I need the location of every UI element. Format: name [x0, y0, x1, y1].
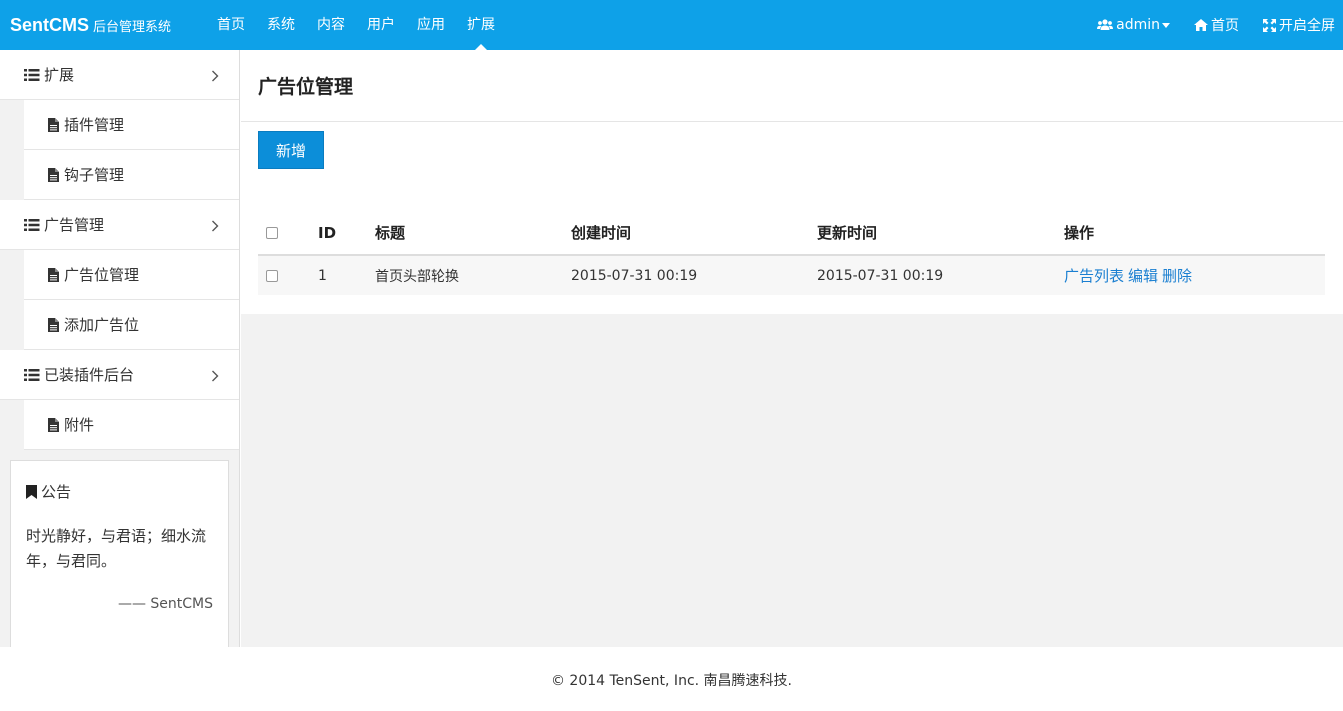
delete-link[interactable]: 删除: [1162, 267, 1192, 285]
column-header-updated[interactable]: 更新时间: [817, 211, 1064, 256]
cell-id: 1: [318, 255, 375, 295]
home-link[interactable]: 首页: [1194, 15, 1239, 35]
file-icon: [48, 417, 59, 432]
file-icon: [48, 117, 59, 132]
column-header-actions: 操作: [1064, 211, 1325, 256]
edit-link[interactable]: 编辑: [1128, 267, 1158, 285]
cell-title: 首页头部轮换: [375, 255, 571, 295]
fullscreen-label: 开启全屏: [1279, 18, 1335, 34]
sidebar-item-attachments[interactable]: 附件: [24, 400, 239, 450]
chevron-right-icon: [211, 68, 219, 86]
sidebar-item-ad-positions[interactable]: 广告位管理: [24, 250, 239, 300]
ad-position-table: ID 标题 创建时间 更新时间 操作 1 首页头部轮换 2015-07-31 0…: [258, 211, 1325, 295]
brand[interactable]: SentCMS 后台管理系统: [10, 0, 171, 50]
top-navbar: SentCMS 后台管理系统 首页 系统 内容 用户 应用 扩展 admin 首页…: [0, 0, 1343, 50]
list-icon: [24, 68, 40, 81]
notice-title: 公告: [26, 481, 213, 502]
row-select-cell: [258, 255, 318, 295]
notice-panel: 公告 时光静好，与君语；细水流年，与君同。 —— SentCMS: [10, 460, 229, 650]
nav-item-system[interactable]: 系统: [256, 0, 306, 50]
select-all-checkbox[interactable]: [266, 227, 278, 239]
file-icon: [48, 167, 59, 182]
page-header: 广告位管理: [241, 50, 1343, 122]
main-content: 广告位管理 新增 ID 标题 创建时间 更新时间 操作 1 首页头部轮换 201…: [241, 50, 1343, 647]
main-nav: 首页 系统 内容 用户 应用 扩展: [206, 0, 506, 50]
nav-item-content[interactable]: 内容: [306, 0, 356, 50]
table-header-row: ID 标题 创建时间 更新时间 操作: [258, 211, 1325, 256]
nav-right: admin 首页 开启全屏: [1073, 0, 1335, 50]
chevron-right-icon: [211, 218, 219, 236]
user-menu[interactable]: admin: [1097, 17, 1170, 33]
file-icon: [48, 317, 59, 332]
fullscreen-toggle[interactable]: 开启全屏: [1263, 15, 1335, 35]
row-checkbox[interactable]: [266, 269, 278, 282]
nav-item-user[interactable]: 用户: [356, 0, 406, 50]
chevron-right-icon: [211, 368, 219, 386]
sidebar-item-label: 插件管理: [64, 116, 125, 134]
table-row: 1 首页头部轮换 2015-07-31 00:19 2015-07-31 00:…: [258, 255, 1325, 295]
bookmark-icon: [26, 484, 37, 499]
page-body: 新增 ID 标题 创建时间 更新时间 操作 1 首页头部轮换 2015-07-3…: [241, 122, 1343, 314]
sidebar-group-label: 已装插件后台: [44, 366, 135, 384]
add-button[interactable]: 新增: [258, 131, 325, 169]
list-icon: [24, 368, 40, 381]
sidebar-group-label: 广告管理: [44, 216, 105, 234]
fullscreen-icon: [1263, 18, 1276, 32]
notice-signature: —— SentCMS: [117, 596, 213, 612]
nav-item-extensions[interactable]: 扩展: [456, 0, 506, 50]
user-name: admin: [1116, 17, 1160, 33]
column-header-id[interactable]: ID: [318, 211, 375, 256]
footer: © 2014 TenSent, Inc. 南昌腾速科技.: [0, 647, 1343, 711]
file-icon: [48, 267, 59, 282]
sidebar-group-label: 扩展: [44, 66, 75, 84]
sidebar-item-add-ad-position[interactable]: 添加广告位: [24, 300, 239, 350]
cell-created: 2015-07-31 00:19: [571, 255, 817, 295]
sidebar-item-hooks[interactable]: 钩子管理: [24, 150, 239, 200]
brand-subtitle: 后台管理系统: [93, 20, 172, 35]
nav-item-home[interactable]: 首页: [206, 0, 256, 50]
notice-title-text: 公告: [41, 483, 72, 501]
cell-actions: 广告列表 编辑 删除: [1064, 255, 1325, 295]
sidebar-item-label: 钩子管理: [64, 166, 125, 184]
footer-text: © 2014 TenSent, Inc. 南昌腾速科技.: [550, 673, 792, 689]
sidebar-group-installed-plugins[interactable]: 已装插件后台: [0, 350, 239, 400]
sidebar-group-ads[interactable]: 广告管理: [0, 200, 239, 250]
home-icon: [1194, 19, 1208, 31]
sidebar-item-label: 附件: [64, 416, 95, 434]
users-icon: [1097, 19, 1114, 30]
sidebar-item-label: 广告位管理: [64, 266, 140, 284]
home-link-label: 首页: [1211, 18, 1239, 34]
notice-text: 时光静好，与君语；细水流年，与君同。: [26, 527, 207, 570]
sidebar-item-label: 添加广告位: [64, 316, 140, 334]
caret-down-icon: [1162, 22, 1170, 28]
column-header-title[interactable]: 标题: [375, 211, 571, 256]
sidebar: 扩展 插件管理 钩子管理 广告管理 广告位管理 添加广告位 已装插件后台 附件 …: [0, 50, 240, 650]
column-header-created[interactable]: 创建时间: [571, 211, 817, 256]
sidebar-item-plugins[interactable]: 插件管理: [24, 100, 239, 150]
ad-list-link[interactable]: 广告列表: [1064, 267, 1124, 285]
nav-item-apps[interactable]: 应用: [406, 0, 456, 50]
list-icon: [24, 218, 40, 231]
page-title: 广告位管理: [258, 76, 354, 98]
sidebar-group-extensions[interactable]: 扩展: [0, 50, 239, 100]
select-all-cell: [258, 211, 318, 256]
brand-name: SentCMS: [10, 15, 90, 35]
cell-updated: 2015-07-31 00:19: [817, 255, 1064, 295]
